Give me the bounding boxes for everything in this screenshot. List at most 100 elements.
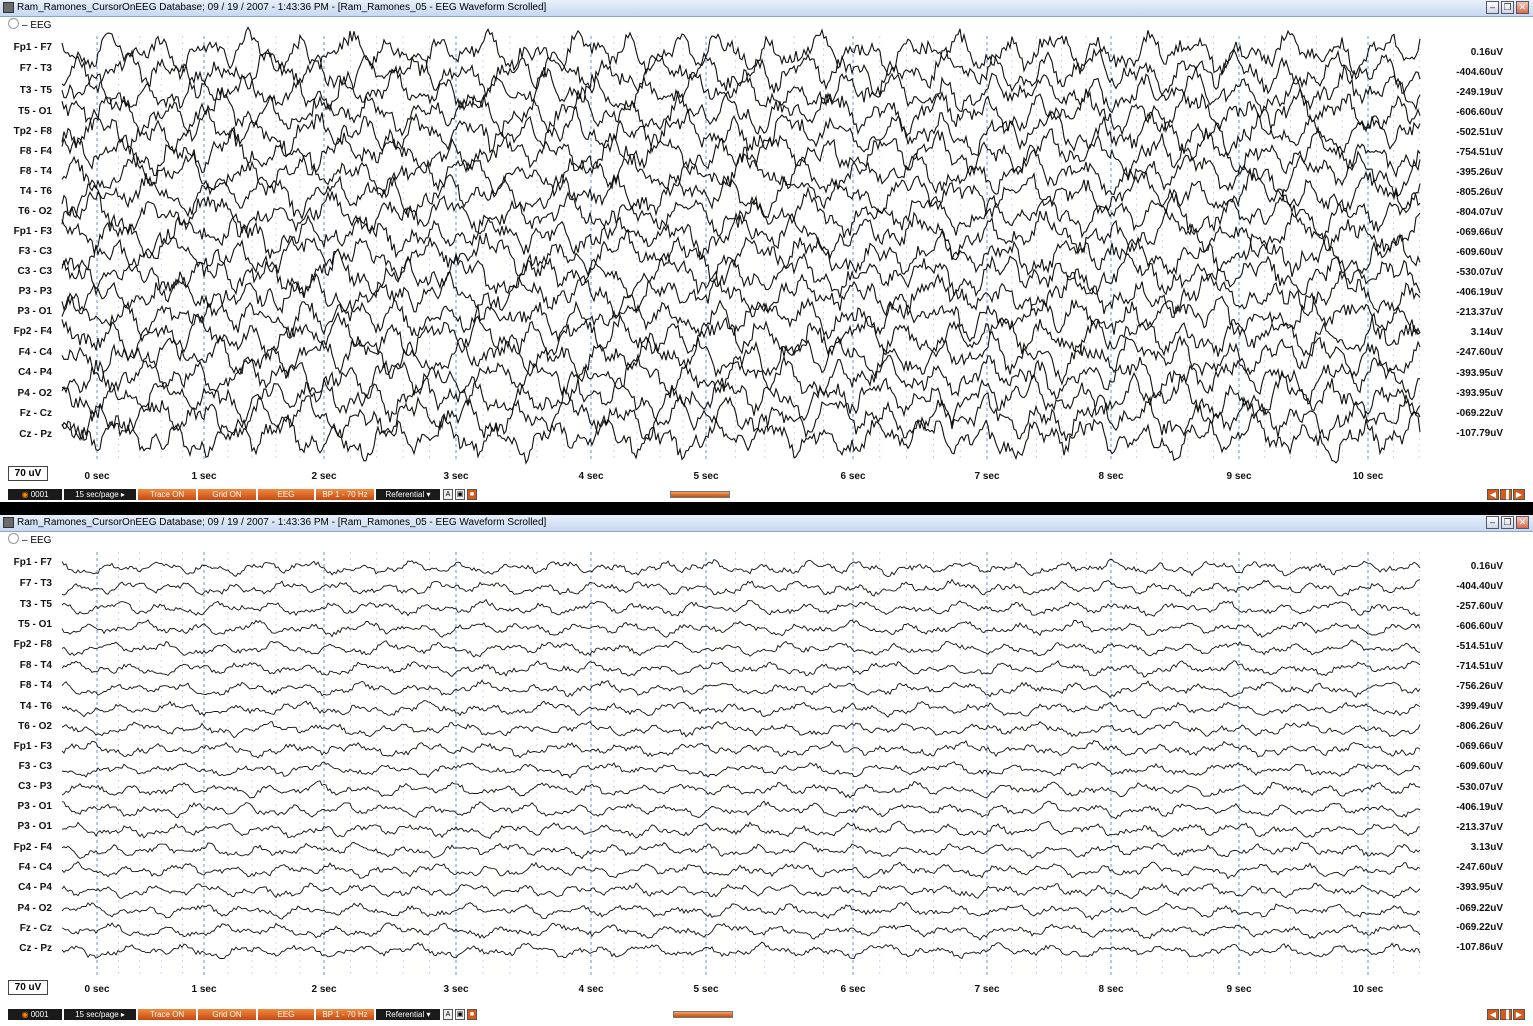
channel-value: -530.07uV bbox=[1456, 782, 1503, 793]
eeg-waveform-plot[interactable]: 0 sec 1 sec 2 sec 3 sec 4 sec 5 sec 6 sec 7 sec… bbox=[0, 515, 1533, 1026]
filter-button[interactable]: BP 1 - 70 Hz bbox=[316, 489, 374, 500]
channel-label: F8 - T4 bbox=[19, 680, 52, 691]
channel-value: -404.40uV bbox=[1456, 581, 1503, 592]
eeg-trace bbox=[61, 739, 1421, 759]
mode-button[interactable]: EEG bbox=[258, 489, 314, 500]
time-tick-label: 6 sec bbox=[840, 471, 865, 482]
montage-label: Referential bbox=[385, 490, 425, 499]
speed-label: 15 sec/page bbox=[75, 490, 119, 499]
channel-label: C3 - C3 bbox=[17, 266, 52, 277]
page-counter[interactable]: ◉ 0001 bbox=[8, 489, 62, 500]
grid-toggle[interactable]: Grid ON bbox=[198, 489, 256, 500]
page-counter[interactable]: ◉ 0001 bbox=[8, 1009, 62, 1020]
nav-stop-button[interactable]: ▐ bbox=[1500, 1009, 1512, 1020]
amplitude-scale-box[interactable]: 70 uV bbox=[8, 980, 48, 995]
nav-next-button[interactable]: ▶ bbox=[1513, 489, 1525, 500]
channel-label: Cz - Pz bbox=[19, 943, 52, 954]
time-tick-label: 5 sec bbox=[693, 471, 718, 482]
time-tick-label: 0 sec bbox=[84, 471, 109, 482]
speed-select[interactable]: 15 sec/page ▸ bbox=[64, 1009, 136, 1020]
montage-select[interactable]: Referential ▾ bbox=[376, 1009, 440, 1020]
channel-label: F7 - T3 bbox=[19, 578, 52, 589]
eeg-waveform-plot[interactable]: 0 sec 1 sec 2 sec 3 sec 4 sec 5 sec 6 sec 7 sec… bbox=[0, 0, 1533, 502]
nav-next-button[interactable]: ▶ bbox=[1513, 1009, 1525, 1020]
eeg-trace bbox=[61, 85, 1421, 139]
channel-value: -804.07uV bbox=[1456, 207, 1503, 218]
channel-label: Fp2 - F8 bbox=[13, 639, 52, 650]
eeg-trace bbox=[61, 679, 1421, 698]
channel-value: -714.51uV bbox=[1456, 661, 1503, 672]
tool-icon-a[interactable]: A bbox=[443, 489, 453, 500]
channel-label: F4 - C4 bbox=[18, 862, 52, 873]
channel-value: -393.95uV bbox=[1456, 388, 1503, 399]
channel-value: -606.60uV bbox=[1456, 107, 1503, 118]
channel-label: T6 - O2 bbox=[18, 206, 52, 217]
channel-label: P3 - O1 bbox=[17, 801, 52, 812]
nav-prev-button[interactable]: ◀ bbox=[1487, 1009, 1499, 1020]
channel-label: Fp2 - F4 bbox=[13, 326, 52, 337]
tool-icon-c[interactable]: ■ bbox=[467, 489, 477, 500]
channel-value: -399.49uV bbox=[1456, 701, 1503, 712]
time-tick-label: 2 sec bbox=[311, 984, 336, 995]
tool-icon-b[interactable]: ▣ bbox=[455, 489, 465, 500]
eeg-trace bbox=[61, 922, 1421, 941]
trace-toggle[interactable]: Trace ON bbox=[138, 1009, 196, 1020]
status-bar: ◉ 0001 15 sec/page ▸ Trace ON Grid ON EE… bbox=[0, 488, 1533, 501]
amplitude-scale-box[interactable]: 70 uV bbox=[8, 466, 48, 481]
time-tick-label: 9 sec bbox=[1226, 984, 1251, 995]
channel-label: T4 - T6 bbox=[19, 186, 52, 197]
channel-value: -754.51uV bbox=[1456, 147, 1503, 158]
mode-button[interactable]: EEG bbox=[258, 1009, 314, 1020]
channel-value: 3.14uV bbox=[1470, 327, 1503, 338]
nav-stop-button[interactable]: ▐ bbox=[1500, 489, 1512, 500]
channel-label: F3 - C3 bbox=[18, 761, 52, 772]
eeg-trace bbox=[61, 800, 1421, 820]
page-icon: ◉ bbox=[21, 1010, 29, 1019]
nav-prev-button[interactable]: ◀ bbox=[1487, 489, 1499, 500]
eeg-trace bbox=[61, 186, 1421, 241]
time-tick-label: 3 sec bbox=[443, 471, 468, 482]
channel-label: Fz - Cz bbox=[19, 408, 52, 419]
trace-toggle[interactable]: Trace ON bbox=[138, 489, 196, 500]
channel-label: Fp1 - F7 bbox=[13, 42, 52, 53]
channel-label: F8 - F4 bbox=[19, 146, 52, 157]
channel-value: -069.22uV bbox=[1456, 408, 1503, 419]
channel-label: T5 - O1 bbox=[18, 619, 52, 630]
time-tick-label: 8 sec bbox=[1098, 471, 1123, 482]
eeg-trace bbox=[61, 860, 1421, 880]
horizontal-scroll-thumb[interactable] bbox=[673, 1011, 733, 1018]
grid-toggle[interactable]: Grid ON bbox=[198, 1009, 256, 1020]
eeg-window-top: Ram_Ramones_CursorOnEEG Database; 09 / 1… bbox=[0, 0, 1533, 502]
channel-value: -756.26uV bbox=[1456, 681, 1503, 692]
channel-value: -107.86uV bbox=[1456, 942, 1503, 953]
channel-value: -609.60uV bbox=[1456, 247, 1503, 258]
eeg-trace bbox=[61, 228, 1421, 283]
channel-value: -806.26uV bbox=[1456, 721, 1503, 732]
eeg-trace bbox=[61, 780, 1421, 799]
channel-value: -213.37uV bbox=[1456, 307, 1503, 318]
channel-value: -502.51uV bbox=[1456, 127, 1503, 138]
channel-label: P3 - O1 bbox=[17, 821, 52, 832]
montage-select[interactable]: Referential ▾ bbox=[376, 489, 440, 500]
eeg-trace bbox=[61, 720, 1421, 739]
eeg-trace bbox=[61, 105, 1421, 158]
channel-value: -069.22uV bbox=[1456, 903, 1503, 914]
channel-value: 3.13uV bbox=[1470, 842, 1503, 853]
eeg-trace bbox=[61, 761, 1421, 779]
channel-label: P4 - O2 bbox=[17, 903, 52, 914]
time-tick-label: 0 sec bbox=[84, 984, 109, 995]
tool-icon-b[interactable]: ▣ bbox=[455, 1009, 465, 1020]
channel-value: -609.60uV bbox=[1456, 761, 1503, 772]
horizontal-scroll-thumb[interactable] bbox=[670, 491, 730, 498]
tool-icon-c[interactable]: ■ bbox=[467, 1009, 477, 1020]
channel-value: -107.79uV bbox=[1456, 428, 1503, 439]
channel-label: Tp2 - F8 bbox=[13, 126, 52, 137]
channel-value: -395.26uV bbox=[1456, 167, 1503, 178]
channel-value: -406.19uV bbox=[1456, 287, 1503, 298]
eeg-trace bbox=[61, 941, 1421, 960]
speed-select[interactable]: 15 sec/page ▸ bbox=[64, 489, 136, 500]
tool-icon-a[interactable]: A bbox=[443, 1009, 453, 1020]
filter-button[interactable]: BP 1 - 70 Hz bbox=[316, 1009, 374, 1020]
channel-value: -805.26uV bbox=[1456, 187, 1503, 198]
channel-value: 0.16uV bbox=[1470, 561, 1503, 572]
